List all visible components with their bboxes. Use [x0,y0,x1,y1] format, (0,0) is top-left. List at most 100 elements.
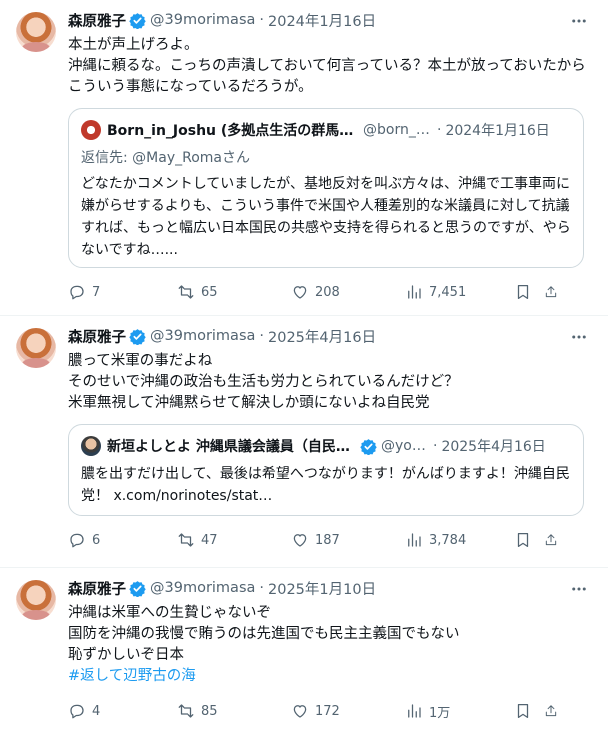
reply-button[interactable]: 4 [68,702,177,720]
like-icon [293,286,307,299]
separator-dot: · [437,122,442,138]
reply-icon [70,533,84,548]
quoted-date: 2025年4月16日 [441,439,546,455]
action-bar: 7 65 208 7,451 [68,282,592,302]
repost-icon [178,285,194,299]
bookmark-icon [517,703,529,719]
reply-count: 6 [92,532,101,548]
views-count: 7,451 [429,284,467,300]
quoted-text: どなたかコメントしていましたが、基地反対を叫ぶ方々は、沖縄で工事車両に嫌がらせす… [81,176,571,258]
author-handle[interactable]: @39morimasa [150,12,255,28]
like-count: 187 [315,532,340,548]
share-button[interactable] [544,283,564,301]
verified-badge-icon [129,12,146,29]
author-handle[interactable]: @39morimasa [150,328,255,344]
action-bar: 6 47 187 3,784 [68,530,592,550]
views-icon [408,285,421,299]
views-icon [408,704,421,718]
like-count: 172 [315,703,340,719]
repost-button[interactable]: 65 [177,283,291,301]
verified-badge-icon [129,580,146,597]
quoted-date: 2024年1月16日 [445,123,550,139]
tweet-text: 膿って米軍の事だよね そのせいで沖縄の政治も生活も労力とられているんだけど？ 米… [68,353,459,411]
reply-icon [70,285,84,300]
repost-count: 47 [201,532,218,548]
quoted-tweet[interactable]: 新垣よしとよ 沖縄県議会議員（自民党） @yo4toyo · 2025年4月16… [68,424,584,516]
tweet-date[interactable]: 2025年1月10日 [268,578,376,599]
share-icon [545,534,557,546]
author-name[interactable]: 森原雅子 [68,326,126,347]
avatar[interactable] [16,328,56,368]
tweet-header: 森原雅子 @39morimasa · 2024年1月16日 [68,10,592,30]
share-icon [545,286,557,298]
reply-count: 4 [92,703,101,719]
reply-button[interactable]: 7 [68,283,177,301]
repost-icon [178,533,194,547]
action-bar: 4 85 172 1万 [68,701,592,721]
tweet-text: 沖縄は米軍への生贄じゃないぞ 国防を沖縄の我慢で賄うのは先進国でも民主主義国でも… [68,603,592,687]
bookmark-button[interactable] [514,531,544,549]
quoted-avatar [81,436,101,456]
quoted-author-name: Born_in_Joshu (多拠点生活の群馬人 ✕ JPX) [107,123,359,139]
views-icon [408,533,421,547]
reply-count: 7 [92,284,101,300]
like-count: 208 [315,284,340,300]
quoted-tweet[interactable]: Born_in_Joshu (多拠点生活の群馬人 ✕ JPX) @born_in… [68,108,584,268]
bookmark-button[interactable] [514,702,544,720]
separator-dot: · [259,328,264,344]
more-icon[interactable] [570,580,588,598]
separator-dot: · [259,12,264,28]
tweet[interactable]: 森原雅子 @39morimasa · 2025年4月16日 膿って米軍の事だよね… [0,316,608,568]
tweet-date[interactable]: 2024年1月16日 [268,10,376,31]
like-button[interactable]: 208 [291,283,405,301]
like-button[interactable]: 172 [291,702,405,720]
views-button[interactable]: 1万 [405,702,514,721]
bookmark-button[interactable] [514,283,544,301]
author-name[interactable]: 森原雅子 [68,10,126,31]
tweet-header: 森原雅子 @39morimasa · 2025年4月16日 [68,326,592,346]
like-icon [293,705,307,718]
reply-icon [70,704,84,719]
verified-badge-icon [360,438,377,455]
timeline-feed: 森原雅子 @39morimasa · 2024年1月16日 本土が声上げろよ。 … [0,0,608,738]
quoted-text: 膿を出すだけ出して、最後は希望へつながります！がんばりますよ！沖縄自民党！ x.… [81,466,570,504]
reply-button[interactable]: 6 [68,531,177,549]
tweet-header: 森原雅子 @39morimasa · 2025年1月10日 [68,578,592,598]
hashtag-link[interactable]: #返して辺野古の海 [68,668,196,684]
quoted-avatar [81,120,101,140]
share-icon [545,705,557,717]
verified-badge-icon [129,328,146,345]
tweet-date[interactable]: 2025年4月16日 [268,326,376,347]
separator-dot: · [259,580,264,596]
tweet-text: 本土が声上げろよ。 沖縄に頼るな。こっちの声潰しておいて何言っている？本土が放っ… [68,37,586,95]
avatar[interactable] [16,12,56,52]
more-icon[interactable] [570,328,588,346]
quoted-author-handle: @born_in_joshu [363,122,433,138]
reply-to-label: 返信先: @May_Romaさん [81,150,250,166]
views-count: 3,784 [429,532,467,548]
repost-button[interactable]: 85 [177,702,291,720]
author-handle[interactable]: @39morimasa [150,580,255,596]
views-button[interactable]: 7,451 [405,283,514,301]
repost-icon [178,704,194,718]
share-button[interactable] [544,702,564,720]
repost-count: 85 [201,703,218,719]
quoted-author-name: 新垣よしとよ 沖縄県議会議員（自民党） [107,439,357,455]
quoted-author-handle: @yo4toyo [381,438,429,454]
author-name[interactable]: 森原雅子 [68,578,126,599]
like-icon [293,534,307,547]
bookmark-icon [517,532,529,548]
tweet[interactable]: 森原雅子 @39morimasa · 2025年1月10日 沖縄は米軍への生贄じ… [0,568,608,738]
more-icon[interactable] [570,12,588,30]
bookmark-icon [517,284,529,300]
separator-dot: · [433,438,438,454]
views-button[interactable]: 3,784 [405,531,514,549]
tweet[interactable]: 森原雅子 @39morimasa · 2024年1月16日 本土が声上げろよ。 … [0,0,608,316]
avatar[interactable] [16,580,56,620]
repost-button[interactable]: 47 [177,531,291,549]
repost-count: 65 [201,284,218,300]
like-button[interactable]: 187 [291,531,405,549]
views-count: 1万 [429,705,451,721]
share-button[interactable] [544,531,564,549]
tweet-text-body: 沖縄は米軍への生贄じゃないぞ 国防を沖縄の我慢で賄うのは先進国でも民主主義国でも… [68,605,460,663]
